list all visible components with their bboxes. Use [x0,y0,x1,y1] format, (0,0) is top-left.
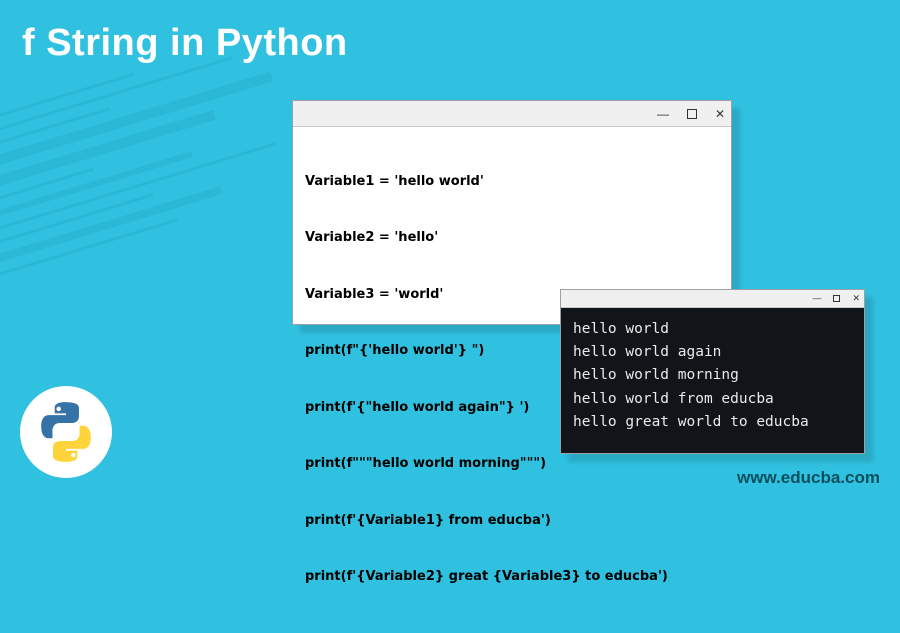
code-line: print(f'{Variable2} great {Variable3} to… [305,568,719,587]
output-line: hello world again [573,341,852,364]
code-line: print(f"""hello world morning""") [305,455,719,474]
page-title: f String in Python [22,22,348,65]
terminal-output: hello world hello world again hello worl… [561,308,864,453]
code-line: print(f'{Variable1} from educba') [305,512,719,531]
minimize-icon[interactable]: — [812,294,821,303]
maximize-icon[interactable] [833,294,840,303]
output-line: hello world from educba [573,388,852,411]
minimize-icon[interactable]: — [657,108,669,120]
output-line: hello world morning [573,364,852,387]
output-line: hello great world to educba [573,411,852,434]
output-window-titlebar: — ✕ [561,290,864,308]
python-logo-icon [35,401,97,463]
code-line: Variable2 = 'hello' [305,229,719,248]
python-logo [20,386,112,478]
code-window-titlebar: — ✕ [293,101,731,127]
close-icon[interactable]: ✕ [852,294,860,303]
code-line: Variable1 = 'hello world' [305,173,719,192]
output-line: hello world [573,318,852,341]
close-icon[interactable]: ✕ [715,108,725,120]
output-terminal-window: — ✕ hello world hello world again hello … [560,289,865,454]
maximize-icon[interactable] [687,108,697,120]
site-url: www.educba.com [737,468,880,488]
